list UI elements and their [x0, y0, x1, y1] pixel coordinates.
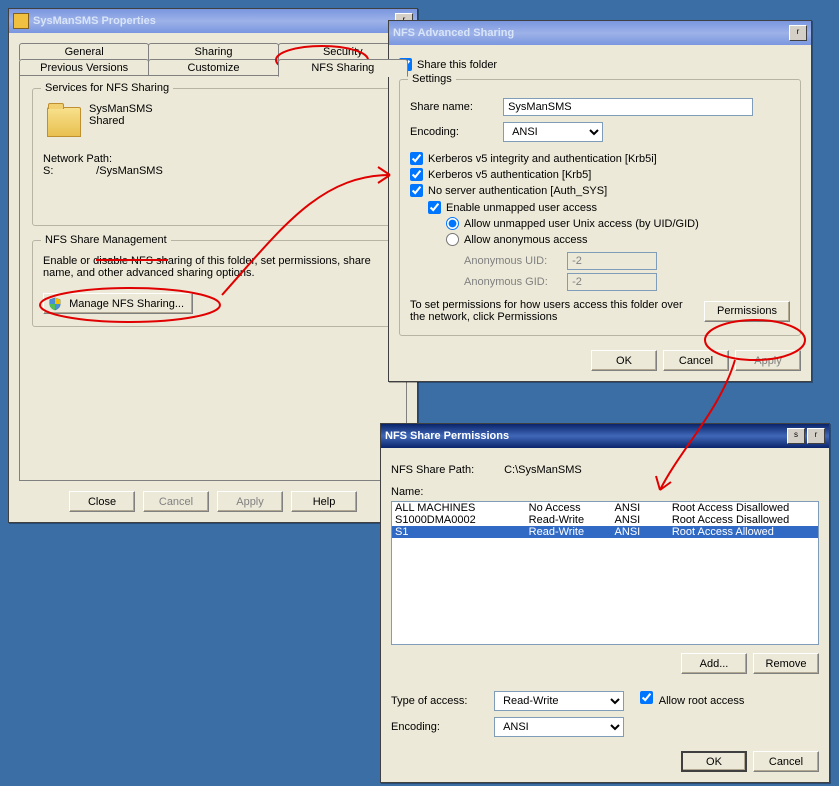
tab-nfs-sharing[interactable]: NFS Sharing — [278, 59, 408, 77]
window-title: NFS Share Permissions — [385, 430, 785, 442]
share-status-text: Shared — [89, 115, 153, 127]
help-button[interactable]: Help — [291, 491, 357, 512]
cancel-button[interactable]: Cancel — [663, 350, 729, 371]
ok-button[interactable]: OK — [681, 751, 747, 772]
table-row[interactable]: ALL MACHINESNo AccessANSIRoot Access Dis… — [392, 502, 818, 514]
add-button[interactable]: Add... — [681, 653, 747, 674]
krb5i-checkbox[interactable] — [410, 152, 423, 165]
name-label: Name: — [391, 486, 819, 498]
tab-previous-versions[interactable]: Previous Versions — [19, 59, 149, 76]
group-services-nfs: Services for NFS Sharing SysManSMS Share… — [32, 88, 394, 226]
share-name-input[interactable] — [503, 98, 753, 116]
anon-gid-input — [567, 273, 657, 291]
cancel-button[interactable]: Cancel — [143, 491, 209, 512]
share-folder-label: Share this folder — [417, 59, 497, 71]
authsys-checkbox[interactable] — [410, 184, 423, 197]
unix-label: Allow unmapped user Unix access (by UID/… — [464, 218, 699, 230]
manage-nfs-sharing-button[interactable]: Manage NFS Sharing... — [43, 293, 193, 314]
encoding-select[interactable]: ANSI — [503, 122, 603, 142]
share-mgmt-desc: Enable or disable NFS sharing of this fo… — [43, 255, 383, 279]
allow-root-label: Allow root access — [659, 695, 745, 707]
network-path-label: Network Path: — [43, 153, 383, 165]
allow-root-checkbox[interactable] — [640, 691, 653, 704]
properties-window: SysManSMS Properties r General Sharing S… — [8, 8, 418, 523]
cancel-button[interactable]: Cancel — [753, 751, 819, 772]
shield-icon — [48, 297, 62, 311]
table-row[interactable]: S1Read-WriteANSIRoot Access Allowed — [392, 526, 818, 538]
permissions-text: To set permissions for how users access … — [410, 299, 696, 323]
type-access-select[interactable]: Read-Write — [494, 691, 624, 711]
close-icon[interactable]: r — [789, 25, 807, 41]
help-icon[interactable]: s — [787, 428, 805, 444]
encoding-label: Encoding: — [410, 126, 500, 138]
share-name-label: Share name: — [410, 101, 500, 113]
tab-general[interactable]: General — [19, 43, 149, 60]
network-path-value: S: /SysManSMS — [43, 165, 383, 177]
titlebar[interactable]: NFS Share Permissions s r — [381, 424, 829, 448]
krb5-label: Kerberos v5 authentication [Krb5] — [428, 169, 591, 181]
anon-label: Allow anonymous access — [464, 234, 588, 246]
tab-customize[interactable]: Customize — [148, 59, 278, 76]
permissions-button[interactable]: Permissions — [704, 301, 790, 322]
authsys-label: No server authentication [Auth_SYS] — [428, 185, 607, 197]
perm-encoding-label: Encoding: — [391, 721, 491, 733]
share-name-text: SysManSMS — [89, 103, 153, 115]
unmapped-checkbox[interactable] — [428, 201, 441, 214]
settings-group: Settings Share name: Encoding: ANSI Kerb… — [399, 79, 801, 336]
anon-uid-label: Anonymous UID: — [464, 255, 564, 267]
group-title: Settings — [408, 73, 456, 85]
close-button[interactable]: Close — [69, 491, 135, 512]
krb5i-label: Kerberos v5 integrity and authentication… — [428, 153, 657, 165]
anon-gid-label: Anonymous GID: — [464, 276, 564, 288]
share-path-value: C:\SysManSMS — [504, 464, 582, 476]
tab-sharing[interactable]: Sharing — [148, 43, 278, 60]
titlebar[interactable]: NFS Advanced Sharing r — [389, 21, 811, 45]
krb5-checkbox[interactable] — [410, 168, 423, 181]
group-share-mgmt: NFS Share Management Enable or disable N… — [32, 240, 394, 327]
apply-button[interactable]: Apply — [217, 491, 283, 512]
unmapped-label: Enable unmapped user access — [446, 202, 597, 214]
close-icon[interactable]: r — [807, 428, 825, 444]
anon-uid-input — [567, 252, 657, 270]
tab-strip: General Sharing Security Previous Versio… — [19, 43, 407, 76]
unix-radio[interactable] — [446, 217, 459, 230]
ok-button[interactable]: OK — [591, 350, 657, 371]
advanced-sharing-window: NFS Advanced Sharing r Share this folder… — [388, 20, 812, 382]
remove-button[interactable]: Remove — [753, 653, 819, 674]
permissions-listbox[interactable]: ALL MACHINESNo AccessANSIRoot Access Dis… — [391, 501, 819, 645]
type-access-label: Type of access: — [391, 695, 491, 707]
titlebar[interactable]: SysManSMS Properties r — [9, 9, 417, 33]
folder-icon — [13, 13, 29, 29]
perm-encoding-select[interactable]: ANSI — [494, 717, 624, 737]
group-title: Services for NFS Sharing — [41, 82, 173, 94]
table-row[interactable]: S1000DMA0002Read-WriteANSIRoot Access Di… — [392, 514, 818, 526]
share-path-label: NFS Share Path: — [391, 464, 501, 476]
tab-panel: Services for NFS Sharing SysManSMS Share… — [19, 75, 407, 481]
window-title: NFS Advanced Sharing — [393, 27, 787, 39]
anon-radio[interactable] — [446, 233, 459, 246]
folder-icon — [47, 107, 81, 137]
share-permissions-window: NFS Share Permissions s r NFS Share Path… — [380, 423, 830, 783]
manage-btn-label: Manage NFS Sharing... — [69, 297, 184, 309]
group-title: NFS Share Management — [41, 234, 171, 246]
window-title: SysManSMS Properties — [33, 15, 393, 27]
apply-button[interactable]: Apply — [735, 350, 801, 371]
